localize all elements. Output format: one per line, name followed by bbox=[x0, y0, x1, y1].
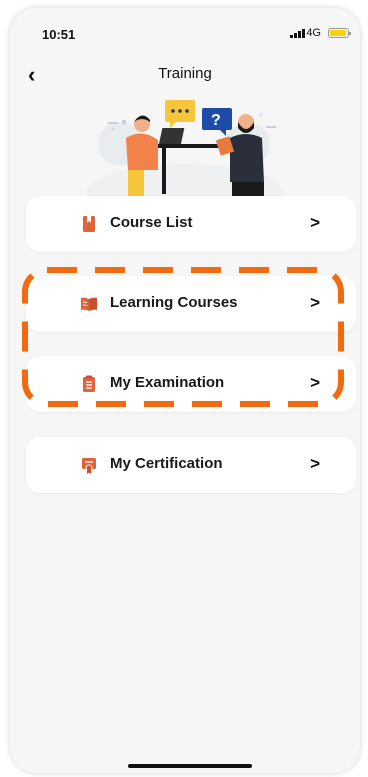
chevron-right-icon: > bbox=[310, 213, 320, 232]
svg-text:+: + bbox=[110, 124, 115, 134]
nav-bar: ‹ Training bbox=[10, 58, 360, 88]
chevron-right-icon: > bbox=[310, 454, 320, 473]
network-type: 4G bbox=[306, 27, 321, 39]
status-time: 10:51 bbox=[42, 27, 76, 42]
dashed-highlight-box bbox=[22, 267, 344, 407]
menu-item-my-certification[interactable]: My Certification > bbox=[26, 437, 356, 493]
home-indicator[interactable] bbox=[128, 764, 252, 768]
menu-item-course-list[interactable]: Course List > bbox=[26, 196, 356, 252]
svg-text:+: + bbox=[258, 110, 263, 120]
book-icon bbox=[83, 216, 95, 232]
phone-screen: 10:51 4G ‹ Training + + ? Course List > … bbox=[10, 8, 360, 773]
menu-label: Course List bbox=[110, 214, 193, 231]
signal-icon bbox=[290, 28, 305, 38]
status-bar: 10:51 4G bbox=[10, 8, 360, 52]
svg-text:?: ? bbox=[211, 112, 221, 129]
training-illustration: + + ? bbox=[87, 100, 283, 200]
page-title: Training bbox=[158, 65, 212, 82]
menu-label: My Certification bbox=[110, 455, 223, 472]
certificate-icon bbox=[82, 458, 96, 474]
battery-icon bbox=[328, 28, 351, 38]
